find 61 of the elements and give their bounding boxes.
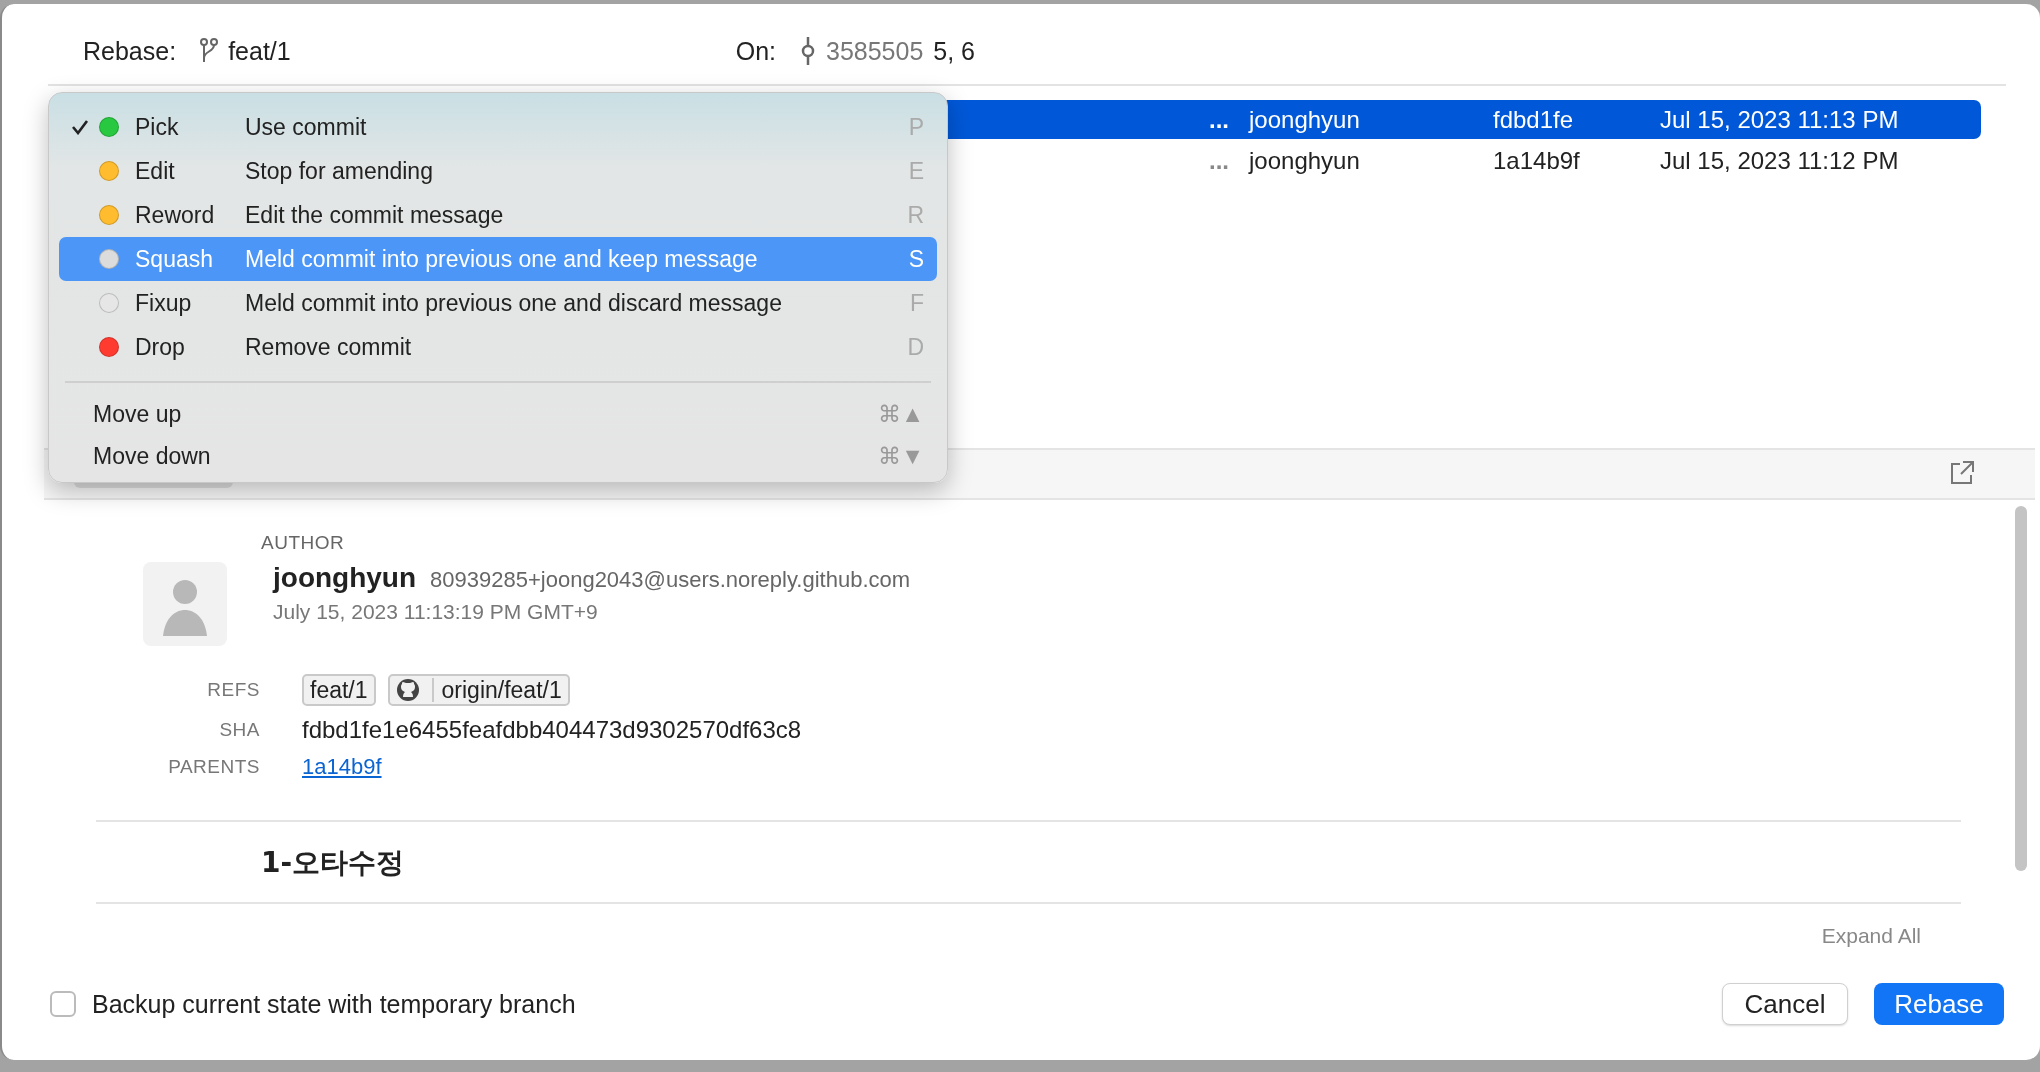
- action-name: Squash: [135, 245, 214, 273]
- action-name: Pick: [135, 113, 180, 141]
- author-name: joonghyun: [273, 562, 417, 593]
- refs-label: REFS: [206, 679, 260, 701]
- ref-tag: feat/1: [302, 674, 376, 706]
- on-label: On:: [735, 36, 776, 66]
- sha-cell-text: fdbd1fe: [1493, 105, 1575, 134]
- action-description: Remove commit: [245, 333, 413, 361]
- shortcut-key: F: [900, 289, 924, 317]
- sha-cell-text: 1a14b9f: [1493, 146, 1581, 175]
- action-description: Edit the commit message: [245, 201, 505, 229]
- commit-message: 1-오타수정: [261, 845, 406, 881]
- parent-link[interactable]: 1a14b9f: [302, 754, 382, 779]
- sha-label: SHA: [218, 719, 260, 741]
- cancel-button[interactable]: Cancel: [1722, 983, 1848, 1025]
- author-cell-text: joonghyun: [1249, 105, 1361, 134]
- more-dots: ...: [1209, 105, 1230, 134]
- ref-tag: origin/feat/1: [387, 674, 570, 706]
- action-name: Drop: [135, 333, 186, 361]
- menu-item[interactable]: Move down: [93, 442, 211, 470]
- menu-item[interactable]: Fixup Meld commit into previous one and discard message F: [59, 281, 937, 325]
- shortcut-key: S: [900, 245, 924, 273]
- action-description: Use commit: [245, 113, 368, 141]
- date-cell: Jul 15, 2023 11:12 PM: [1660, 146, 1899, 175]
- menu-item[interactable]: Move up: [93, 400, 182, 428]
- author-email: 80939285+joong2043@users.noreply.github.com: [430, 567, 911, 592]
- external-link-icon[interactable]: [1949, 460, 1975, 486]
- menu-item[interactable]: Reword Edit the commit message R: [59, 193, 937, 237]
- github-icon: [395, 678, 434, 702]
- shortcut-key: R: [900, 201, 924, 229]
- shortcut-key: E: [900, 157, 924, 185]
- commit-hash: 3585505: [826, 36, 924, 66]
- commit-icon: [800, 37, 816, 65]
- author-heading: AUTHOR: [261, 532, 346, 554]
- more-dots: ...: [1209, 146, 1230, 175]
- commit-numbers: 5, 6: [933, 36, 975, 66]
- action-name: Fixup: [135, 289, 193, 317]
- action-description: Stop for amending: [245, 157, 434, 185]
- checkbox-label: Backup current state with temporary branch: [92, 989, 576, 1019]
- rebase-button[interactable]: Rebase: [1874, 983, 2004, 1025]
- action-description: Meld commit into previous one and keep message: [245, 245, 759, 273]
- shortcut-key: ⌘▲: [878, 400, 924, 428]
- action-name: Edit: [135, 157, 176, 185]
- menu-item[interactable]: Edit Stop for amending E: [59, 149, 937, 193]
- menu-item[interactable]: Drop Remove commit D: [59, 325, 937, 369]
- date-cell: Jul 15, 2023 11:13 PM: [1660, 105, 1899, 134]
- checkbox[interactable]: [50, 991, 76, 1017]
- shortcut-key: ⌘▼: [878, 442, 924, 470]
- parents-label: PARENTS: [167, 756, 260, 778]
- rebase-label: Rebase:: [83, 36, 177, 66]
- sha-value: fdbd1fe1e6455feafdbb404473d9302570df63c8: [302, 716, 803, 744]
- shortcut-key: D: [900, 333, 924, 361]
- expand-all-link[interactable]: Expand All: [74, 924, 1921, 948]
- author-cell-text: joonghyun: [1249, 146, 1361, 175]
- branch-name: feat/1: [228, 36, 291, 66]
- action-name: Reword: [135, 201, 216, 229]
- author-date: July 15, 2023 11:13:19 PM GMT+9: [273, 600, 599, 624]
- branch-icon: [200, 38, 219, 64]
- action-description: Meld commit into previous one and discard message: [245, 289, 783, 317]
- shortcut-key: P: [900, 113, 924, 141]
- scrollbar[interactable]: [2015, 506, 2027, 871]
